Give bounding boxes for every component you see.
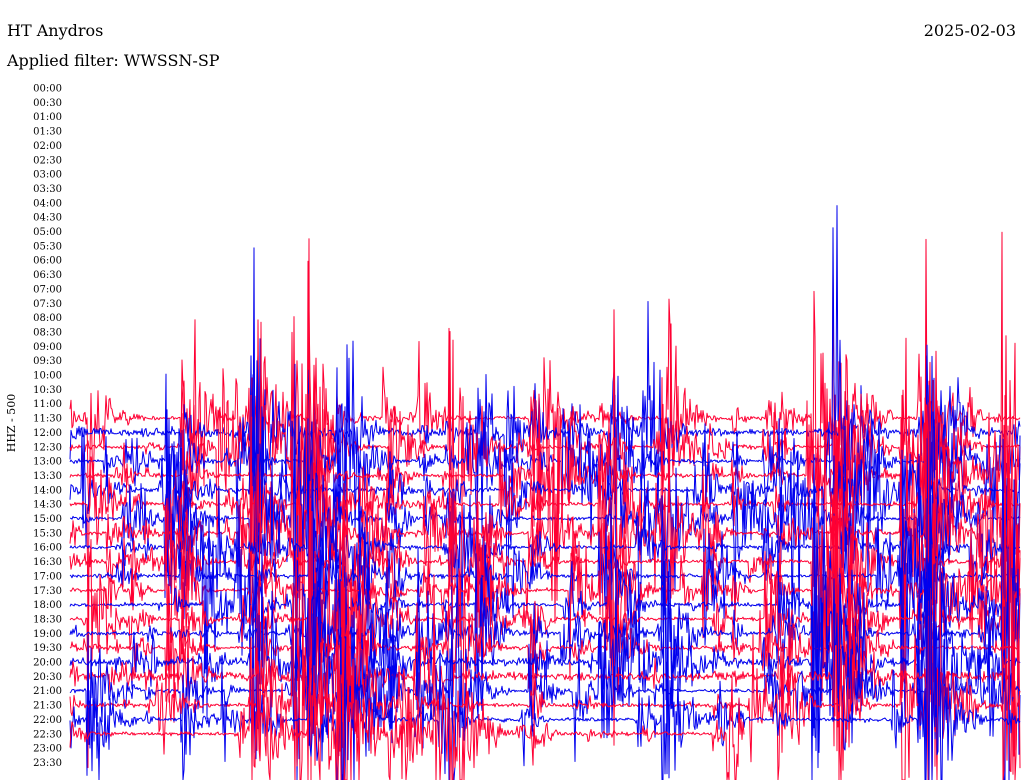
time-label: 06:00 [33, 256, 62, 267]
time-label: 21:00 [33, 686, 62, 697]
time-label: 16:00 [33, 543, 62, 554]
time-label: 05:30 [33, 241, 62, 252]
time-label: 20:00 [33, 658, 62, 669]
time-label: 00:30 [33, 98, 62, 109]
time-label: 19:00 [33, 629, 62, 640]
time-label: 00:00 [33, 84, 62, 95]
time-label: 23:30 [33, 758, 62, 769]
time-label: 08:00 [33, 313, 62, 324]
time-label: 04:00 [33, 198, 62, 209]
time-label: 11:00 [33, 399, 62, 410]
time-label: 13:00 [33, 457, 62, 468]
time-label: 15:00 [33, 514, 62, 525]
time-label: 02:00 [33, 141, 62, 152]
time-label: 21:30 [33, 701, 62, 712]
time-label: 15:30 [33, 528, 62, 539]
time-label: 14:00 [33, 485, 62, 496]
time-label: 04:30 [33, 213, 62, 224]
time-label: 12:00 [33, 428, 62, 439]
time-label: 10:00 [33, 371, 62, 382]
time-label: 08:30 [33, 327, 62, 338]
time-label: 09:30 [33, 356, 62, 367]
time-label: 03:00 [33, 170, 62, 181]
time-label: 22:00 [33, 715, 62, 726]
time-label: 13:30 [33, 471, 62, 482]
time-label: 02:30 [33, 155, 62, 166]
time-label: 20:30 [33, 672, 62, 683]
trace-layer [69, 205, 1021, 780]
time-label: 07:00 [33, 284, 62, 295]
time-label: 03:30 [33, 184, 62, 195]
time-label: 22:30 [33, 729, 62, 740]
time-label-layer: 00:00 00:30 01:00 01:30 02:00 02:30 03:00 03:30… [33, 84, 62, 769]
time-label: 01:00 [33, 112, 62, 123]
time-label: 16:30 [33, 557, 62, 568]
time-label: 11:30 [33, 414, 62, 425]
time-label: 10:30 [33, 385, 62, 396]
seismogram-plot: 00:00 00:30 01:00 01:30 02:00 02:30 03:00 03:30… [33, 84, 1021, 780]
time-label: 06:30 [33, 270, 62, 281]
time-label: 05:00 [33, 227, 62, 238]
time-label: 18:30 [33, 614, 62, 625]
time-label: 12:30 [33, 442, 62, 453]
time-label: 23:00 [33, 744, 62, 755]
time-label: 18:00 [33, 600, 62, 611]
time-label: 19:30 [33, 643, 62, 654]
time-label: 07:30 [33, 299, 62, 310]
time-label: 17:00 [33, 571, 62, 582]
time-label: 17:30 [33, 586, 62, 597]
time-label: 09:00 [33, 342, 62, 353]
time-label: 14:30 [33, 500, 62, 511]
time-label: 01:30 [33, 127, 62, 138]
